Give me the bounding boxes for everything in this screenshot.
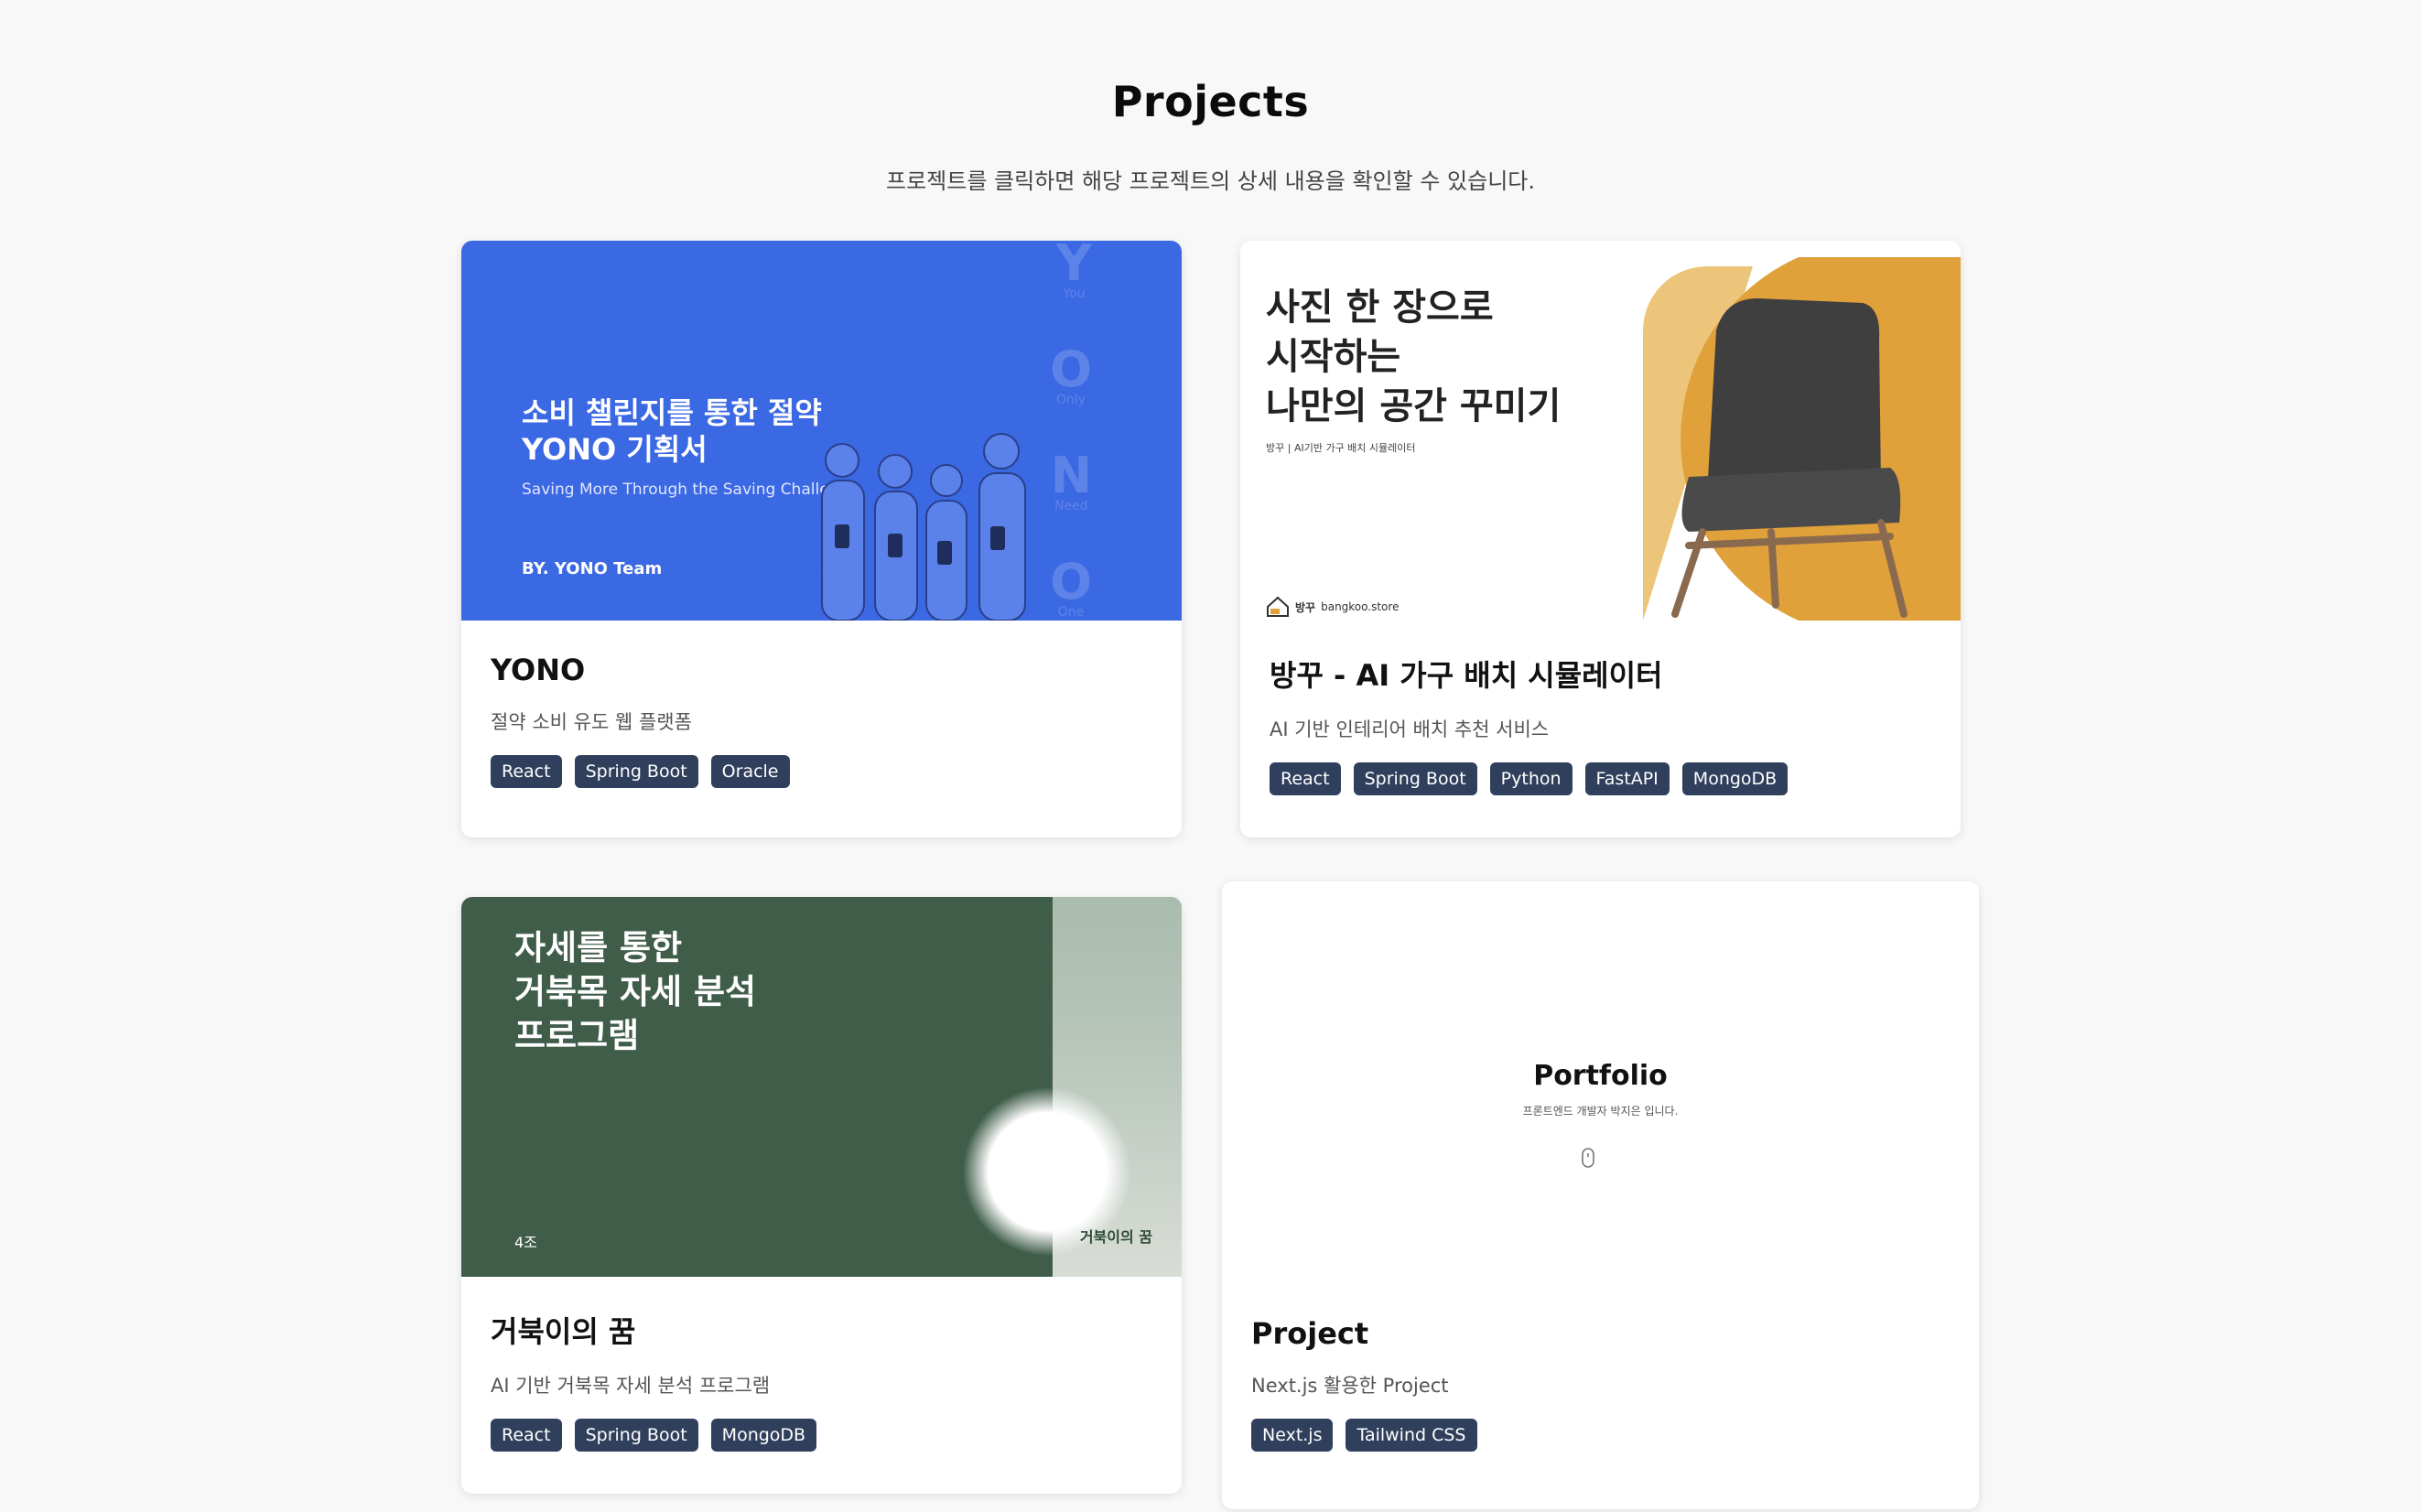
- project-description: 절약 소비 유도 웹 플랫폼: [491, 711, 692, 733]
- project-thumbnail: 소비 챌린지를 통한 절약 YONO 기획서 Saving More Throu…: [461, 241, 1182, 621]
- project-title: Project: [1251, 1316, 1369, 1351]
- tech-tag: Spring Boot: [574, 1419, 698, 1452]
- project-title: 거북이의 꿈: [491, 1314, 636, 1349]
- project-description: AI 기반 거북목 자세 분석 프로그램: [491, 1375, 771, 1397]
- thumbnail-heading: 자세를 통한 거북목 자세 분석 프로그램: [514, 928, 757, 1055]
- thumbnail-caption: 방꾸 | AI기반 가구 배치 시뮬레이터: [1266, 442, 1416, 454]
- project-card-turtle[interactable]: 자세를 통한 거북목 자세 분석 프로그램 4조 거북이의 꿈 거북이의 꿈 A…: [461, 897, 1182, 1494]
- tag-list: Next.js Tailwind CSS: [1251, 1419, 1950, 1452]
- tech-tag: Python: [1489, 762, 1573, 795]
- project-description: Next.js 활용한 Project: [1251, 1375, 1449, 1397]
- acronym-letter: Y You: [1055, 241, 1092, 301]
- project-description: AI 기반 인테리어 배치 추천 서비스: [1270, 718, 1550, 740]
- tech-tag: MongoDB: [1681, 762, 1789, 795]
- tag-list: React Spring Boot Python FastAPI MongoDB: [1270, 762, 1931, 795]
- project-card-bangkoo[interactable]: 사진 한 장으로 시작하는 나만의 공간 꾸미기 방꾸 | AI기반 가구 배치…: [1240, 241, 1961, 837]
- house-icon: [1267, 596, 1289, 617]
- tag-list: React Spring Boot Oracle: [491, 755, 1152, 788]
- chair-illustration: [1643, 257, 1961, 621]
- thumbnail-heading: 사진 한 장으로 시작하는 나만의 공간 꾸미기: [1266, 286, 1562, 427]
- project-title: YONO: [491, 653, 586, 687]
- tech-tag: Spring Boot: [574, 755, 698, 788]
- acronym-letter: O Only: [1050, 340, 1092, 408]
- thumbnail-heading: Portfolio: [1533, 1060, 1668, 1092]
- page-subtitle: 프로젝트를 클릭하면 해당 프로젝트의 상세 내용을 확인할 수 있습니다.: [886, 168, 1535, 194]
- tech-tag: FastAPI: [1584, 762, 1670, 795]
- turtle-logo: 거북이의 꿈: [1079, 1228, 1152, 1246]
- tech-tag: MongoDB: [710, 1419, 817, 1452]
- project-title: 방꾸 - AI 가구 배치 시뮬레이터: [1270, 658, 1663, 693]
- tag-list: React Spring Boot MongoDB: [491, 1419, 1152, 1452]
- project-card-yono[interactable]: 소비 챌린지를 통한 절약 YONO 기획서 Saving More Throu…: [461, 241, 1182, 837]
- thumbnail-author: BY. YONO Team: [522, 559, 663, 578]
- project-thumbnail: 사진 한 장으로 시작하는 나만의 공간 꾸미기 방꾸 | AI기반 가구 배치…: [1240, 241, 1961, 621]
- thumbnail-team: 4조: [514, 1234, 537, 1251]
- tech-tag: React: [491, 755, 562, 788]
- mouse-scroll-icon: [1582, 1148, 1594, 1168]
- team-illustration: [821, 433, 1026, 621]
- project-thumbnail: 자세를 통한 거북목 자세 분석 프로그램 4조 거북이의 꿈: [461, 897, 1182, 1277]
- project-thumbnail: Portfolio 프론트엔드 개발자 박지은 입니다.: [1222, 881, 1979, 1284]
- thumbnail-heading: 소비 챌린지를 통한 절약: [522, 395, 822, 430]
- page-title: Projects: [1111, 77, 1310, 126]
- tech-tag: Oracle: [710, 755, 790, 788]
- tech-tag: React: [491, 1419, 562, 1452]
- thumbnail-subtitle: Saving More Through the Saving Challenge: [522, 481, 859, 499]
- project-card-portfolio[interactable]: Portfolio 프론트엔드 개발자 박지은 입니다. Project Nex…: [1222, 881, 1979, 1509]
- bangkoo-logo: 방꾸 bangkoo.store: [1266, 596, 1399, 618]
- thumbnail-heading: YONO 기획서: [522, 432, 708, 467]
- tech-tag: Next.js: [1251, 1419, 1334, 1452]
- tech-tag: Spring Boot: [1353, 762, 1477, 795]
- tech-tag: Tailwind CSS: [1346, 1419, 1477, 1452]
- tech-tag: React: [1270, 762, 1341, 795]
- acronym-letter: N Need: [1050, 447, 1092, 514]
- thumbnail-subtitle: 프론트엔드 개발자 박지은 입니다.: [1522, 1105, 1679, 1118]
